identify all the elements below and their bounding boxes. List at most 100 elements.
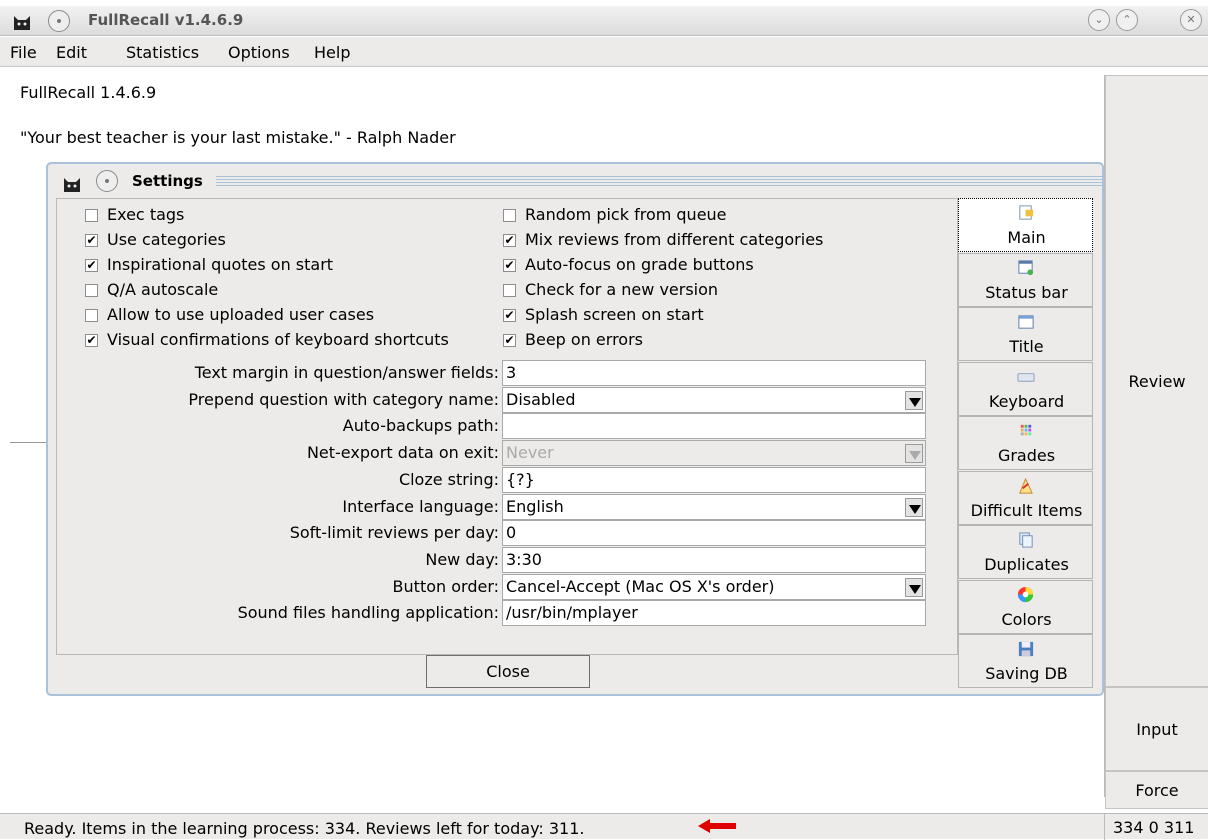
field-label: Text margin in question/answer fields: — [194, 363, 499, 382]
tab-difficult-items[interactable]: Difficult Items — [958, 470, 1093, 525]
window-menu-button[interactable] — [48, 10, 70, 32]
checked-box-icon[interactable]: ✔ — [85, 259, 98, 272]
status-counts: 334 0 311 — [1104, 814, 1208, 840]
menu-help[interactable]: Help — [314, 43, 350, 62]
status-bar: Ready. Items in the learning process: 33… — [0, 813, 1208, 840]
field-value: Disabled — [506, 389, 576, 409]
field-label: Net-export data on exit: — [306, 443, 499, 463]
soft-limit-reviews-per-day-input[interactable]: 0 — [502, 520, 926, 547]
unchecked-box-icon[interactable] — [85, 284, 98, 297]
field-value: Never — [506, 443, 554, 463]
checkbox-label: Inspirational quotes on start — [107, 255, 334, 274]
settings-title: Settings — [132, 172, 203, 190]
review-label: Review — [1128, 372, 1186, 391]
checked-box-icon[interactable]: ✔ — [503, 234, 516, 247]
close-icon: ✕ — [1186, 13, 1196, 26]
checkbox-label: Auto-focus on grade buttons — [525, 255, 754, 274]
new-day-input[interactable]: 3:30 — [502, 546, 926, 573]
tab-colors[interactable]: Colors — [958, 579, 1093, 634]
checkbox-label: Visual confirmations of keyboard shortcu… — [107, 330, 449, 349]
quote-text: "Your best teacher is your last mistake.… — [20, 128, 456, 147]
grades-icon — [1020, 424, 1032, 436]
window-title: FullRecall v1.4.6.9 — [88, 11, 244, 29]
settings-titlebar: Settings — [48, 164, 1102, 198]
tab-grades[interactable]: Grades — [958, 416, 1093, 470]
tab-label: Duplicates — [984, 555, 1069, 574]
checked-box-icon[interactable]: ✔ — [503, 309, 516, 322]
version-text: FullRecall 1.4.6.9 — [20, 83, 157, 102]
checked-box-icon[interactable]: ✔ — [503, 259, 516, 272]
field-value: 3:30 — [506, 549, 542, 569]
tab-label: Main — [1007, 228, 1046, 247]
menu-options[interactable]: Options — [228, 43, 290, 62]
menu-bar: File Edit Statistics Options Help — [0, 37, 1208, 67]
tab-title[interactable]: Title — [958, 307, 1093, 361]
force-button[interactable]: Force — [1105, 771, 1208, 809]
dialog-menu-button[interactable] — [96, 170, 118, 192]
unchecked-box-icon[interactable] — [85, 209, 98, 222]
field-value: /usr/bin/mplayer — [506, 603, 638, 623]
field-label: Soft-limit reviews per day: — [289, 523, 499, 543]
cloze-string-input[interactable]: {?} — [502, 466, 926, 493]
menu-edit[interactable]: Edit — [56, 43, 87, 62]
maximize-button[interactable]: ⌃ — [1116, 9, 1138, 31]
field-row-sound-files-handling-application: Sound files handling application: /usr/bi… — [57, 600, 959, 627]
field-row-new-day: New day: 3:30 — [57, 546, 959, 573]
field-row-auto-backups-path: Auto-backups path: — [57, 413, 959, 440]
field-row-cloze-string: Cloze string: {?} — [57, 466, 959, 493]
checked-box-icon[interactable]: ✔ — [85, 334, 98, 347]
interface-language-dropdown[interactable]: English — [502, 493, 926, 520]
field-value: English — [506, 496, 564, 516]
minimize-button[interactable]: ⌄ — [1088, 9, 1110, 31]
window-titlebar: FullRecall v1.4.6.9 ⌄ ⌃ ✕ — [0, 6, 1208, 36]
dropdown-arrow-icon[interactable] — [905, 497, 923, 517]
tab-status-bar[interactable]: Status bar — [958, 252, 1093, 307]
tab-duplicates[interactable]: Duplicates — [958, 525, 1093, 579]
duplicates-icon — [1019, 532, 1033, 548]
input-button[interactable]: Input — [1105, 687, 1208, 771]
review-button[interactable]: Review — [1105, 75, 1208, 687]
tab-saving-db[interactable]: Saving DB — [958, 634, 1093, 688]
unchecked-box-icon[interactable] — [503, 284, 516, 297]
menu-statistics[interactable]: Statistics — [126, 43, 199, 62]
input-label: Input — [1136, 720, 1178, 739]
fullrecall-logo-icon — [14, 16, 30, 30]
field-row-net-export-data-on-exit: Net-export data on exit: Never — [57, 440, 959, 467]
fullrecall-logo-icon — [64, 178, 80, 192]
prepend-question-with-category-name-dropdown[interactable]: Disabled — [502, 386, 926, 413]
checked-box-icon[interactable]: ✔ — [503, 334, 516, 347]
status-text: Ready. Items in the learning process: 33… — [24, 819, 585, 838]
close-button[interactable]: Close — [426, 655, 590, 688]
field-row-button-order: Button order: Cancel-Accept (Mac OS X's o… — [57, 573, 959, 600]
auto-backups-path-input[interactable] — [502, 413, 926, 440]
field-value: {?} — [506, 469, 535, 489]
unchecked-box-icon[interactable] — [503, 209, 516, 222]
tab-label: Difficult Items — [970, 500, 1083, 520]
field-value: 3 — [506, 363, 517, 382]
text-margin-in-question-answer-fields-input[interactable]: 3 — [502, 360, 926, 386]
status-bar-icon — [1018, 259, 1034, 275]
button-order-dropdown[interactable]: Cancel-Accept (Mac OS X's order) — [502, 573, 926, 600]
checked-box-icon[interactable]: ✔ — [85, 234, 98, 247]
tab-keyboard[interactable]: Keyboard — [958, 361, 1093, 416]
checkbox-label: Use categories — [107, 230, 226, 249]
field-label: Interface language: — [342, 496, 499, 516]
keyboard-icon — [1017, 372, 1035, 382]
dropdown-arrow-icon[interactable] — [905, 390, 923, 410]
checkbox-label: Exec tags — [107, 205, 185, 224]
close-window-button[interactable]: ✕ — [1180, 9, 1202, 31]
floppy-disk-icon — [1018, 641, 1034, 657]
title-grip — [216, 174, 1102, 186]
checkbox-label: Beep on errors — [525, 330, 643, 349]
checkbox-label: Allow to use uploaded user cases — [107, 305, 375, 324]
settings-main-page: Exec tags ✔ Use categories ✔ Inspirational q… — [56, 198, 958, 655]
menu-file[interactable]: File — [10, 43, 37, 62]
field-label: Auto-backups path: — [342, 416, 499, 436]
sound-files-handling-application-input[interactable]: /usr/bin/mplayer — [502, 600, 926, 627]
colors-wheel-icon — [1017, 586, 1034, 602]
unchecked-box-icon[interactable] — [85, 309, 98, 322]
tab-main[interactable]: Main — [958, 198, 1093, 252]
field-label: Cloze string: — [398, 469, 499, 489]
settings-tabs: Main Status bar Title Keyboard Grades Difficu… — [958, 198, 1093, 690]
dropdown-arrow-icon[interactable] — [905, 577, 923, 597]
